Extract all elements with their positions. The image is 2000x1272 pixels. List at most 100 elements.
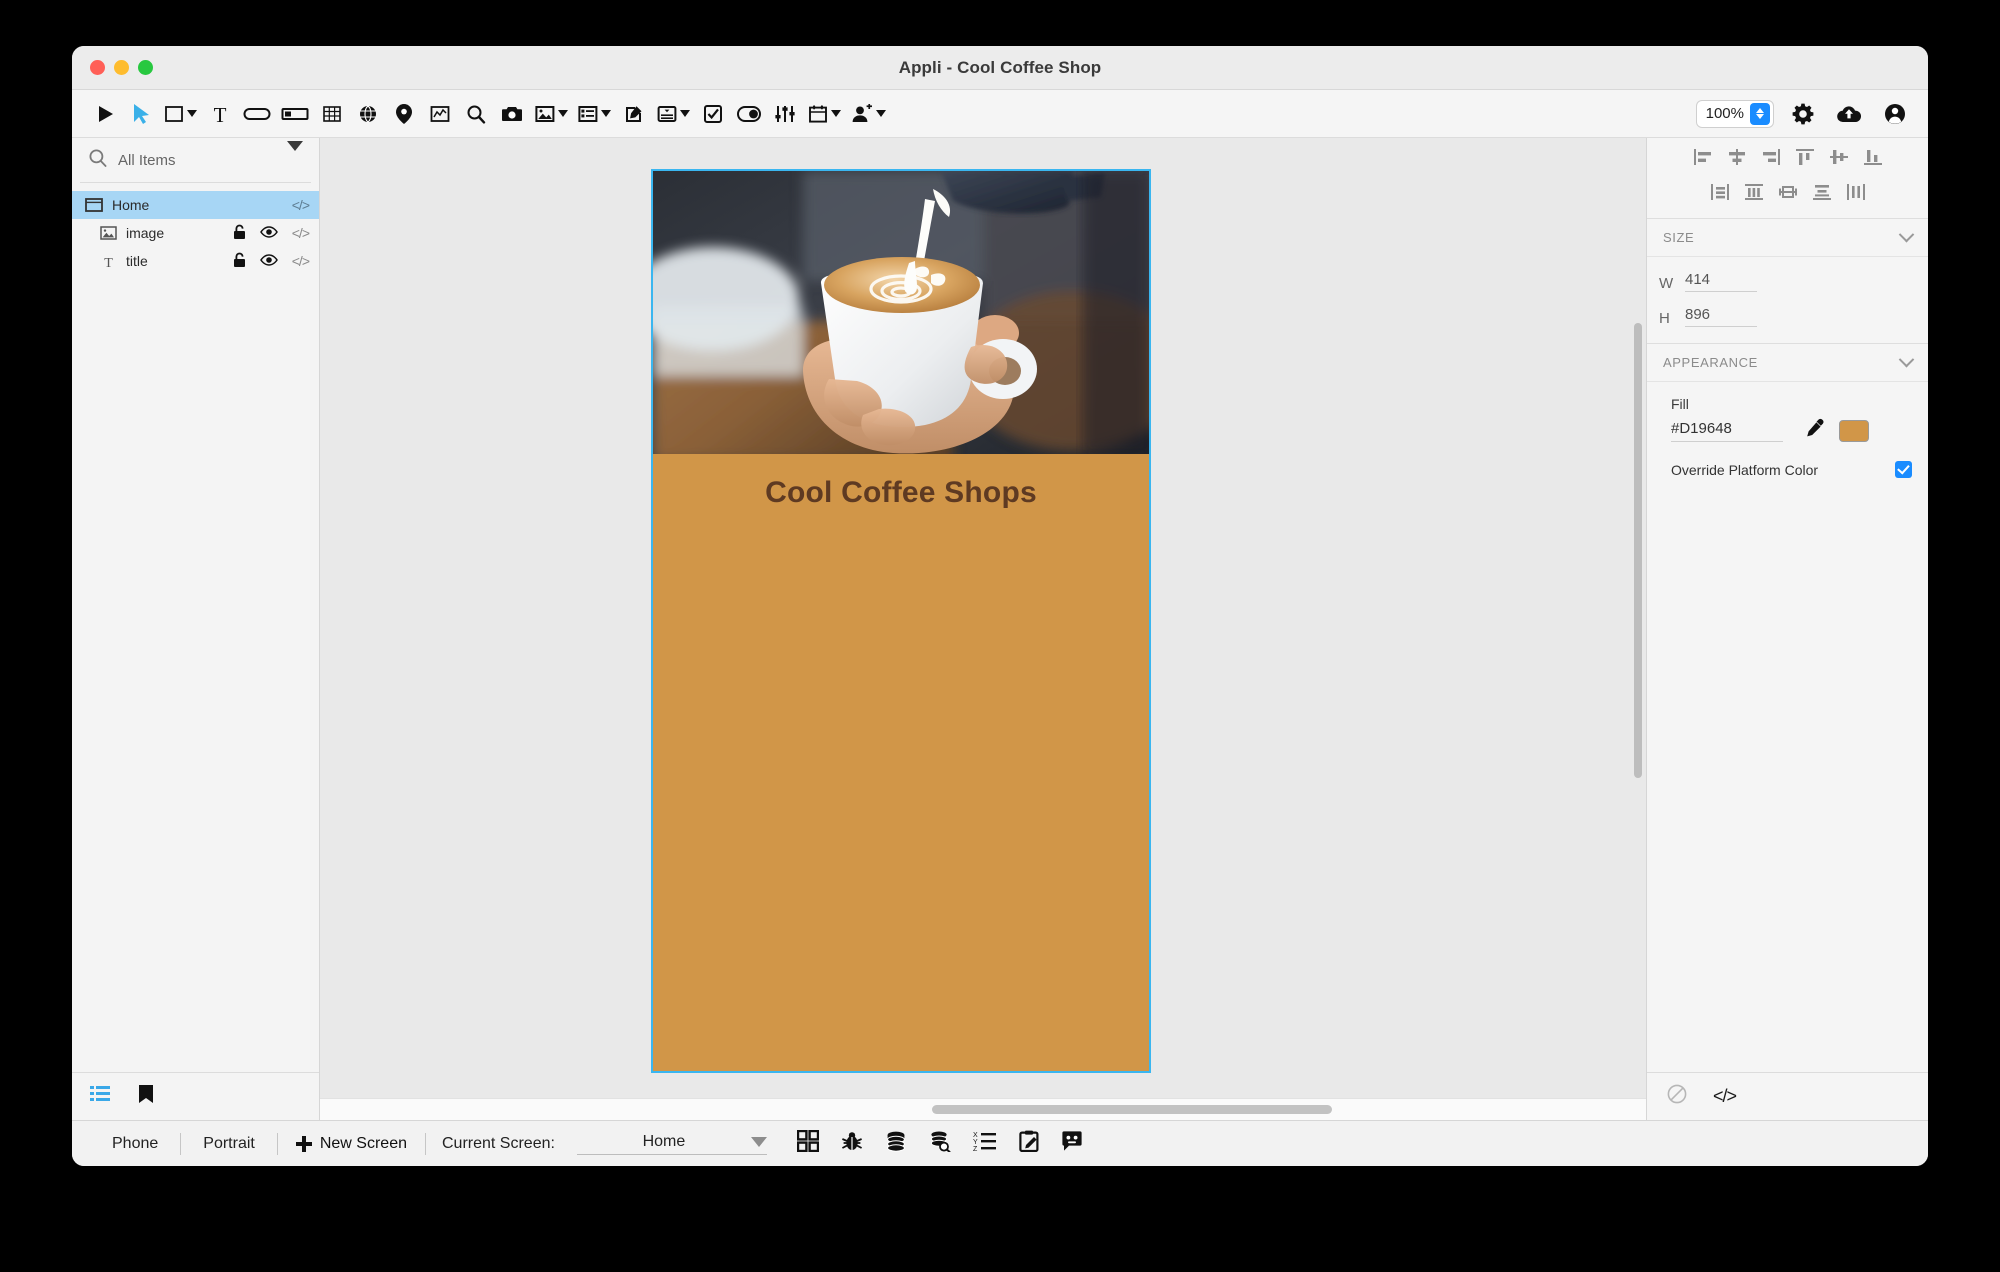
web-view-icon[interactable] — [351, 97, 385, 131]
chart-icon[interactable] — [423, 97, 457, 131]
search-icon[interactable] — [459, 97, 493, 131]
calendar-icon[interactable] — [804, 97, 845, 131]
distribute-left-icon[interactable] — [1710, 183, 1730, 206]
eye-icon[interactable] — [259, 225, 278, 241]
lock-icon[interactable] — [233, 224, 246, 243]
button-icon[interactable] — [239, 97, 275, 131]
inspector-panel: SIZE W 414 H 896 APPEARANCE Fill #D19648… — [1646, 138, 1928, 1120]
appearance-section-title: APPEARANCE — [1663, 355, 1758, 370]
code-brackets-icon[interactable]: </> — [292, 197, 310, 213]
distribute-horizontal-icon[interactable] — [1744, 183, 1764, 206]
code-brackets-icon[interactable]: </> — [1713, 1086, 1737, 1107]
camera-icon[interactable] — [495, 97, 529, 131]
map-pin-icon[interactable] — [387, 97, 421, 131]
align-bottom-icon[interactable] — [1863, 148, 1883, 171]
height-input[interactable]: 896 — [1685, 306, 1757, 327]
chevron-down-icon[interactable] — [1898, 226, 1915, 243]
screen-title-text[interactable]: Cool Coffee Shops — [653, 476, 1149, 510]
height-field-row: H 896 — [1647, 292, 1928, 327]
chevron-down-icon[interactable] — [831, 110, 841, 117]
image-icon[interactable] — [531, 97, 572, 131]
size-section-header[interactable]: SIZE — [1647, 219, 1928, 257]
override-platform-color-checkbox[interactable] — [1895, 461, 1912, 478]
design-canvas[interactable]: Cool Coffee Shops — [320, 138, 1646, 1098]
edit-note-icon[interactable] — [617, 97, 651, 131]
align-middle-vertical-icon[interactable] — [1829, 148, 1849, 171]
cloud-upload-icon[interactable] — [1832, 97, 1866, 131]
chevron-down-icon[interactable] — [1898, 351, 1915, 368]
svg-text:X: X — [973, 1132, 978, 1139]
layer-row-home[interactable]: Home </> — [72, 191, 319, 219]
align-right-icon[interactable] — [1761, 148, 1781, 171]
chevron-down-icon[interactable] — [601, 110, 611, 117]
database-search-icon[interactable] — [929, 1130, 951, 1157]
chevron-down-icon[interactable] — [558, 110, 568, 117]
distribute-vertical-icon[interactable] — [1812, 183, 1832, 206]
align-left-icon[interactable] — [1693, 148, 1713, 171]
chevron-down-icon[interactable] — [680, 110, 690, 117]
add-user-icon[interactable] — [847, 97, 890, 131]
text-field-icon[interactable] — [277, 97, 313, 131]
phone-screen-preview[interactable]: Cool Coffee Shops — [651, 169, 1151, 1073]
filter-chevron-down-icon[interactable] — [287, 141, 303, 169]
screen-image[interactable] — [653, 171, 1149, 454]
new-screen-button[interactable]: New Screen — [278, 1135, 425, 1153]
no-entry-icon[interactable] — [1667, 1084, 1687, 1109]
sort-xyz-icon[interactable]: XYZ — [973, 1130, 997, 1157]
fill-color-swatch[interactable] — [1839, 419, 1869, 442]
override-platform-color-label: Override Platform Color — [1671, 461, 1819, 478]
lock-icon[interactable] — [233, 252, 246, 271]
eyedropper-icon[interactable] — [1805, 418, 1825, 443]
plus-icon — [295, 1135, 312, 1152]
text-layer-icon: T — [98, 254, 118, 269]
text-tool-icon[interactable]: T — [203, 97, 237, 131]
database-icon[interactable] — [885, 1130, 907, 1157]
distribute-spacing-icon[interactable] — [1846, 183, 1866, 206]
fill-hex-input[interactable]: #D19648 — [1671, 420, 1783, 442]
grid-view-icon[interactable] — [796, 1129, 820, 1157]
toggle-switch-icon[interactable] — [732, 97, 766, 131]
code-brackets-icon[interactable]: </> — [292, 225, 310, 241]
align-top-icon[interactable] — [1795, 148, 1815, 171]
play-icon[interactable] — [88, 97, 122, 131]
table-icon[interactable] — [315, 97, 349, 131]
gear-icon[interactable] — [1786, 97, 1820, 131]
layer-row-title[interactable]: T title </> — [72, 247, 319, 275]
account-icon[interactable] — [1878, 97, 1912, 131]
appearance-section-header[interactable]: APPEARANCE — [1647, 344, 1928, 382]
override-platform-color-row[interactable]: Override Platform Color — [1647, 443, 1928, 478]
clipboard-edit-icon[interactable] — [1019, 1130, 1039, 1157]
width-input[interactable]: 414 — [1685, 271, 1757, 292]
svg-text:Y: Y — [973, 1139, 978, 1146]
current-screen-dropdown[interactable]: Home — [576, 1133, 767, 1155]
chevron-down-icon[interactable] — [876, 110, 886, 117]
search-input[interactable]: All Items — [118, 152, 277, 169]
canvas-horizontal-scrollbar[interactable] — [932, 1105, 1332, 1114]
chevron-down-icon[interactable] — [750, 1136, 767, 1147]
rectangle-shape-icon[interactable] — [160, 97, 201, 131]
orientation-button[interactable]: Portrait — [181, 1135, 277, 1153]
layer-label: title — [126, 253, 148, 269]
layer-row-image[interactable]: image </> — [72, 219, 319, 247]
bookmark-icon[interactable] — [138, 1084, 154, 1109]
zoom-stepper[interactable] — [1750, 102, 1770, 125]
chatbot-icon[interactable] — [1061, 1131, 1083, 1156]
appearance-section: Fill #D19648 Override Platform Color — [1647, 382, 1928, 488]
code-brackets-icon[interactable]: </> — [292, 253, 310, 269]
sliders-icon[interactable] — [768, 97, 802, 131]
distribute-center-icon[interactable] — [1778, 183, 1798, 206]
align-center-horizontal-icon[interactable] — [1727, 148, 1747, 171]
zoom-control[interactable]: 100% — [1695, 99, 1774, 128]
list-view-icon[interactable] — [574, 97, 615, 131]
svg-text:T: T — [214, 103, 227, 125]
canvas-vertical-scrollbar[interactable] — [1634, 323, 1642, 778]
picker-icon[interactable] — [653, 97, 694, 131]
layers-list-icon[interactable] — [90, 1085, 110, 1108]
debug-bug-icon[interactable] — [841, 1130, 863, 1157]
device-type-button[interactable]: Phone — [90, 1135, 180, 1153]
chevron-down-icon[interactable] — [187, 110, 197, 117]
eye-icon[interactable] — [259, 253, 278, 269]
cursor-select-icon[interactable] — [124, 97, 158, 131]
layers-search-row[interactable]: All Items — [72, 138, 319, 182]
checkbox-icon[interactable] — [696, 97, 730, 131]
